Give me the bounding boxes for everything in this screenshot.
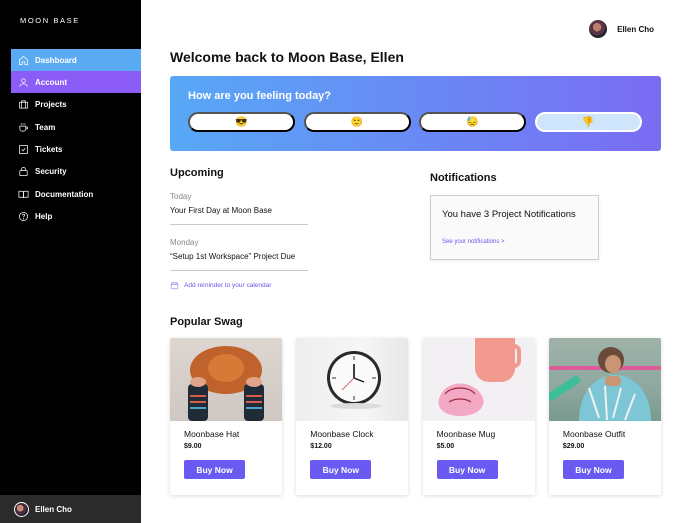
- product-price: $29.00: [562, 443, 585, 450]
- page-title: Welcome back to Moon Base, Ellen: [170, 49, 404, 65]
- sidebar-item-label: Tickets: [35, 145, 63, 155]
- mood-option-stressed[interactable]: 😓: [419, 112, 526, 132]
- product-card: Moonbase Clock $12.00 Buy Now: [296, 338, 409, 495]
- sidebar-item-label: Projects: [35, 100, 67, 110]
- sidebar-item-help[interactable]: Help: [11, 206, 141, 228]
- header-user-name: Ellen Cho: [617, 24, 654, 34]
- mood-option-happy[interactable]: 🙂: [303, 112, 411, 132]
- sidebar-item-label: Team: [35, 122, 56, 132]
- list-item: Today Your First Day at Moon Base: [170, 192, 308, 215]
- product-name: Moonbase Clock: [310, 429, 374, 439]
- upcoming-heading: Upcoming: [170, 167, 224, 179]
- upcoming-when: Today: [170, 192, 192, 201]
- buy-now-button[interactable]: Buy Now: [436, 460, 498, 479]
- mood-panel: How are you feeling today? 😎 🙂 😓 👎: [170, 76, 661, 151]
- sidebar-item-dashboard[interactable]: Dashboard: [11, 49, 141, 71]
- notification-message: You have 3 Project Notifications: [442, 209, 576, 220]
- upcoming-event[interactable]: “Setup 1st Workspace” Project Due: [170, 252, 308, 261]
- product-card: Moonbase Mug $5.00 Buy Now: [422, 338, 535, 495]
- sidebar-item-account[interactable]: Account: [11, 71, 141, 94]
- product-price: $12.00: [310, 443, 332, 450]
- product-name: Moonbase Hat: [184, 429, 240, 439]
- add-reminder-label: Add reminder to your calendar: [184, 282, 272, 289]
- sidebar-item-team[interactable]: Team: [11, 116, 141, 138]
- sidebar-item-label: Dashboard: [35, 55, 77, 65]
- sidebar-item-label: Security: [35, 167, 67, 177]
- briefcase-icon: [17, 99, 29, 111]
- add-reminder-link[interactable]: Add reminder to your calendar: [170, 281, 271, 290]
- notifications-heading: Notifications: [430, 172, 497, 184]
- sidebar-item-documentation[interactable]: Documentation: [11, 183, 141, 205]
- upcoming-when: Monday: [170, 238, 199, 247]
- lock-icon: [17, 166, 29, 178]
- sidebar-user[interactable]: Ellen Cho: [0, 495, 141, 523]
- brand-logo[interactable]: MOON BASE: [20, 16, 80, 25]
- sidebar-user-name: Ellen Cho: [35, 504, 72, 514]
- see-notifications-link[interactable]: See your notifications >: [442, 239, 505, 245]
- checkbox-icon: [17, 144, 29, 156]
- buy-now-button[interactable]: Buy Now: [310, 460, 372, 479]
- book-icon: [17, 188, 29, 200]
- home-icon: [17, 54, 29, 66]
- header-user[interactable]: Ellen Cho: [589, 20, 654, 38]
- user-icon: [17, 76, 29, 88]
- buy-now-button[interactable]: Buy Now: [184, 460, 245, 479]
- product-price: $5.00: [436, 443, 455, 450]
- sidebar-nav: Dashboard Account Projects Team Tickets …: [11, 49, 141, 228]
- sidebar-item-label: Documentation: [35, 189, 94, 199]
- product-image-hat[interactable]: [170, 338, 282, 421]
- upcoming-event[interactable]: Your First Day at Moon Base: [170, 206, 308, 215]
- product-image-mug[interactable]: [422, 338, 535, 421]
- sidebar-item-tickets[interactable]: Tickets: [11, 139, 141, 161]
- calendar-icon: [170, 282, 179, 290]
- avatar: [589, 20, 608, 38]
- main-content: Ellen Cho Welcome back to Moon Base, Ell…: [141, 0, 690, 523]
- product-card: Moonbase Outfit $29.00 Buy Now: [548, 338, 661, 495]
- product-price: $9.00: [184, 443, 202, 450]
- coffee-icon: [17, 121, 29, 133]
- sidebar-item-projects[interactable]: Projects: [11, 94, 141, 116]
- product-name: Moonbase Outfit: [562, 429, 626, 439]
- buy-now-button[interactable]: Buy Now: [562, 460, 624, 479]
- help-circle-icon: [17, 211, 29, 223]
- product-image-clock[interactable]: [296, 338, 409, 421]
- avatar: [14, 501, 29, 517]
- mood-option-cool[interactable]: 😎: [188, 112, 295, 132]
- product-name: Moonbase Mug: [436, 429, 496, 439]
- swag-heading: Popular Swag: [170, 316, 243, 328]
- sidebar-item-label: Account: [35, 77, 67, 87]
- sidebar-item-security[interactable]: Security: [11, 161, 141, 183]
- product-card: Moonbase Hat $9.00 Buy Now: [170, 338, 282, 495]
- divider: [170, 270, 308, 271]
- sidebar: MOON BASE Dashboard Account Projects Tea…: [0, 0, 141, 523]
- divider: [170, 224, 308, 225]
- sidebar-item-label: Help: [35, 212, 53, 222]
- product-image-outfit[interactable]: [548, 338, 661, 421]
- mood-options: 😎 🙂 😓 👎: [188, 112, 650, 132]
- notification-card: You have 3 Project Notifications See you…: [430, 195, 599, 260]
- mood-question: How are you feeling today?: [188, 90, 332, 102]
- list-item: Monday “Setup 1st Workspace” Project Due: [170, 238, 308, 261]
- product-list: Moonbase Hat $9.00 Buy Now Moonbase Cloc…: [170, 338, 661, 495]
- mood-option-thumbs-down[interactable]: 👎: [534, 112, 642, 132]
